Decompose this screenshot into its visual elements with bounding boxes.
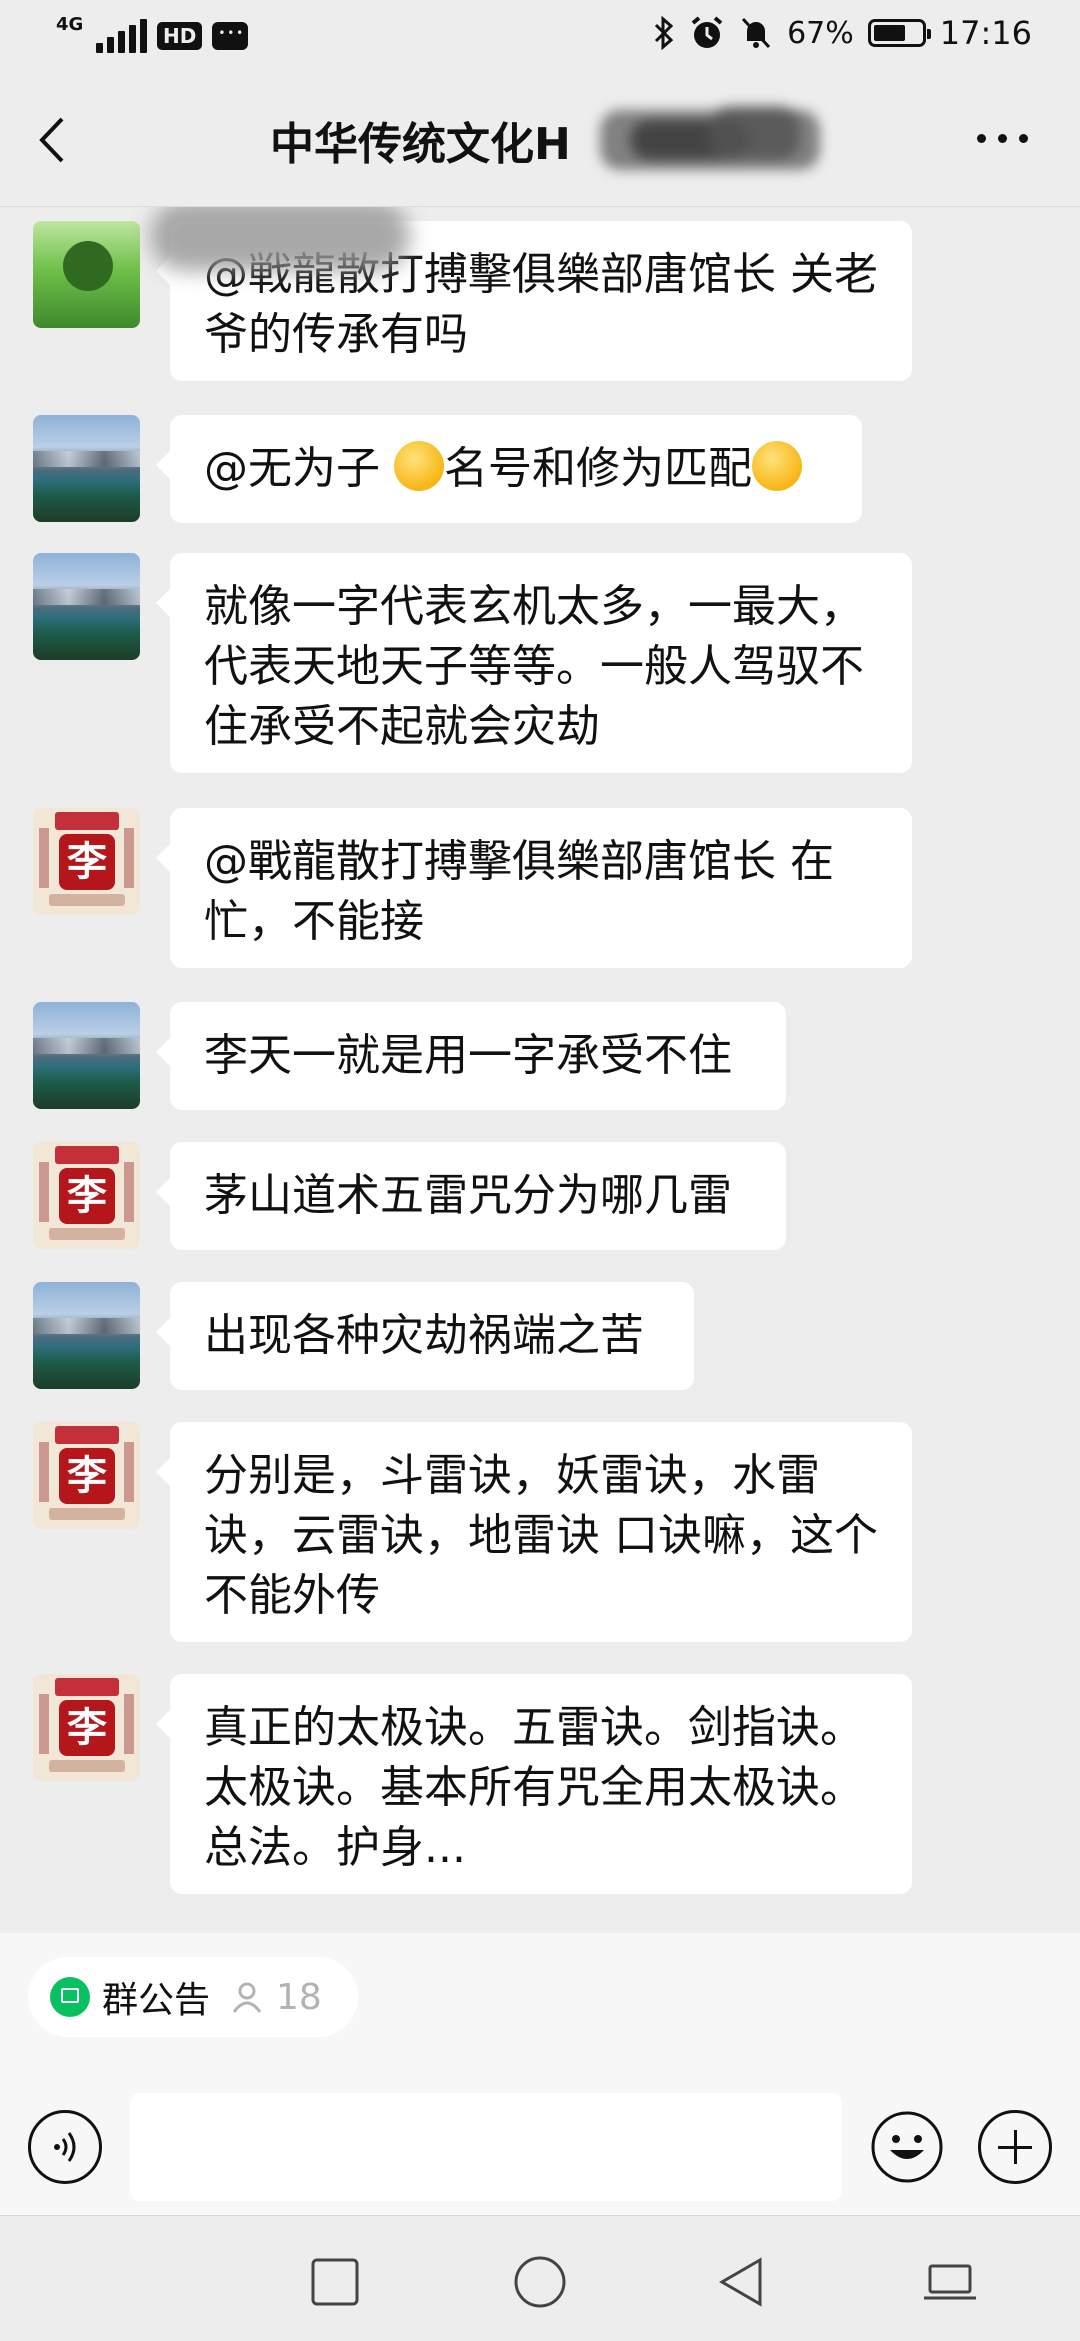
message-text: 名号和修为匹配 — [444, 443, 752, 494]
network-type: 4G — [56, 14, 84, 35]
input-bar — [0, 2083, 1080, 2215]
voice-wave-icon — [54, 2132, 76, 2162]
sender-avatar[interactable] — [33, 415, 140, 522]
circle-icon — [514, 2256, 566, 2308]
voice-input-button[interactable] — [28, 2110, 102, 2184]
sender-avatar[interactable]: 李 — [33, 1422, 140, 1529]
chat-header: 中华传统文化H — [0, 72, 1080, 207]
nav-keyboard-button[interactable] — [920, 2252, 980, 2312]
more-actions-button[interactable] — [978, 2110, 1052, 2184]
alarm-clock-icon — [691, 16, 723, 48]
member-icon — [232, 1982, 262, 2013]
smiley-icon — [871, 2111, 943, 2183]
group-notice-button[interactable]: 群公告 18 — [28, 1957, 358, 2037]
message-text: 李天一就是用一字承受不住 — [204, 1030, 732, 1081]
nav-home-button[interactable] — [510, 2252, 570, 2312]
nav-back-button[interactable] — [712, 2252, 772, 2312]
announcement-icon — [50, 1977, 90, 2017]
sender-avatar[interactable] — [33, 553, 140, 660]
laughing-crying-face-icon — [752, 441, 802, 491]
message-bubble[interactable]: 出现各种灾劫祸端之苦 — [156, 1282, 694, 1390]
bluetooth-icon — [655, 16, 674, 50]
message-list[interactable]: @戦龍散打搏擊俱樂部唐馆长 关老爷的传承有吗 @无为子 名号和修为匹配 就像一字… — [0, 207, 1080, 1933]
member-count: 18 — [276, 1976, 322, 2018]
nav-recents-button[interactable] — [305, 2252, 365, 2312]
emoji-button[interactable] — [870, 2110, 944, 2184]
message-bubble[interactable]: @无为子 名号和修为匹配 — [156, 415, 862, 523]
message-bubble[interactable]: 就像一字代表玄机太多，一最大，代表天地天子等等。一般人驾驭不住承受不起就会灾劫 — [156, 553, 912, 773]
redacted-title-smudge — [270, 100, 830, 180]
notice-area: 群公告 18 — [0, 1933, 1080, 2083]
sender-avatar[interactable]: 李 — [33, 808, 140, 915]
message-text: 茅山道术五雷咒分为哪几雷 — [204, 1170, 732, 1221]
message-notification-icon — [212, 22, 249, 50]
square-icon — [311, 2258, 359, 2306]
message-text: 出现各种灾劫祸端之苦 — [204, 1310, 644, 1361]
message-text: @戰龍散打搏擊俱樂部唐馆长 在忙，不能接 — [204, 836, 834, 947]
more-options-button[interactable] — [977, 134, 1028, 143]
battery-icon — [867, 19, 931, 47]
mute-bell-icon — [741, 17, 771, 49]
sender-avatar[interactable] — [33, 221, 140, 328]
hd-voice-badge: HD — [157, 22, 203, 50]
battery-percent: 67% — [787, 15, 854, 51]
message-bubble[interactable]: 真正的太极诀。五雷诀。剑指诀。太极诀。基本所有咒全用太极诀。总法。护身... — [156, 1674, 912, 1894]
sender-avatar[interactable] — [33, 1282, 140, 1389]
message-text: 真正的太极诀。五雷诀。剑指诀。太极诀。基本所有咒全用太极诀。总法。护身... — [204, 1702, 864, 1873]
signal-strength-icon — [96, 19, 147, 53]
message-bubble[interactable]: 李天一就是用一字承受不住 — [156, 1002, 786, 1110]
triangle-back-icon — [719, 2257, 762, 2307]
sender-avatar[interactable] — [33, 1002, 140, 1109]
message-input[interactable] — [130, 2093, 842, 2201]
message-bubble[interactable]: 茅山道术五雷咒分为哪几雷 — [156, 1142, 786, 1250]
thinking-face-icon — [394, 441, 444, 491]
group-notice-label: 群公告 — [102, 1980, 211, 2021]
message-bubble[interactable]: 分别是，斗雷诀，妖雷诀，水雷诀，云雷诀，地雷诀 口诀嘛，这个不能外传 — [156, 1422, 912, 1642]
back-arrow-icon — [39, 117, 64, 163]
clock-time: 17:16 — [939, 14, 1032, 52]
sender-avatar[interactable]: 李 — [33, 1674, 140, 1781]
status-bar: 4G HD 67% 17:16 — [0, 0, 1080, 72]
message-bubble[interactable]: @戰龍散打搏擊俱樂部唐馆长 在忙，不能接 — [156, 808, 912, 968]
back-button[interactable] — [36, 110, 80, 170]
sender-avatar[interactable]: 李 — [33, 1142, 140, 1249]
message-text: @无为子 — [204, 443, 394, 494]
message-text: 分别是，斗雷诀，妖雷诀，水雷诀，云雷诀，地雷诀 口诀嘛，这个不能外传 — [204, 1450, 878, 1621]
system-nav-bar — [0, 2215, 1080, 2341]
message-text: 就像一字代表玄机太多，一最大，代表天地天子等等。一般人驾驭不住承受不起就会灾劫 — [204, 581, 864, 752]
redaction-smudge — [150, 207, 410, 271]
laptop-icon — [924, 2264, 976, 2300]
